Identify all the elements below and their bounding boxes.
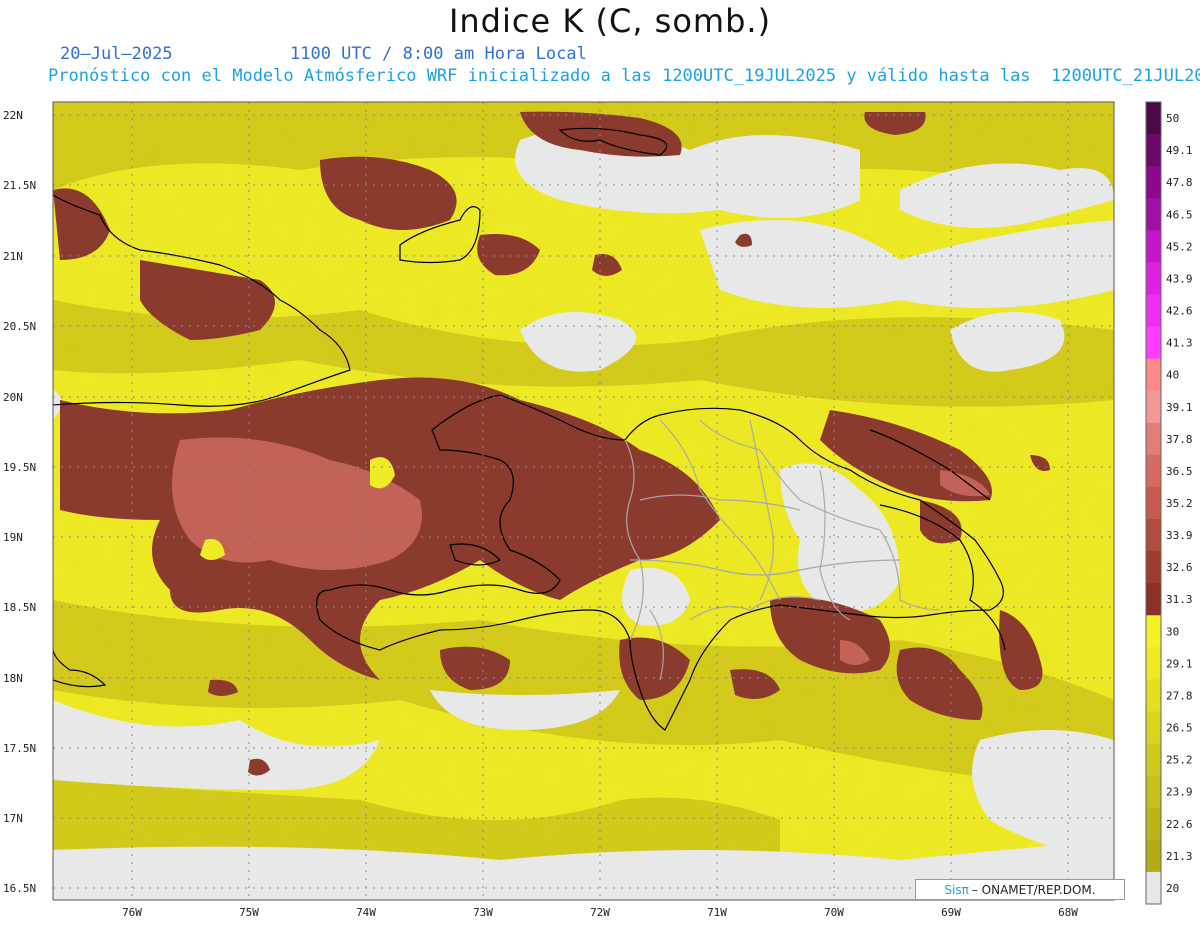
colorbar-label: 50 [1166,112,1179,125]
lat-label: 21.5N [3,179,36,192]
colorbar-label: 22.6 [1166,818,1193,831]
lat-label: 20N [3,391,23,404]
colorbar-label: 37.8 [1166,433,1193,446]
lat-label: 20.5N [3,320,36,333]
colorbar-swatch [1146,743,1161,777]
latitude-axis: 22N 21.5N 21N 20.5N 20N 19.5N 19N 18.5N … [3,109,36,895]
colorbar-label: 36.5 [1166,465,1193,478]
colorbar-swatch [1146,134,1161,167]
credit-org: – ONAMET/REP.DOM. [971,882,1096,897]
colorbar-swatch [1146,358,1161,392]
colorbar-label: 25.2 [1166,754,1193,767]
lon-label: 69W [941,906,961,919]
colorbar-label: 21.3 [1166,850,1193,863]
lat-label: 21N [3,250,23,263]
colorbar-label: 33.9 [1166,529,1193,542]
colorbar-swatch [1146,326,1161,360]
lon-label: 75W [239,906,259,919]
colorbar-label: 30 [1166,625,1179,638]
colorbar-label: 27.8 [1166,689,1193,702]
colorbar-swatch [1146,166,1161,199]
colorbar-swatch [1146,839,1161,873]
lat-label: 19N [3,531,23,544]
colorbar-label: 35.2 [1166,497,1193,510]
colorbar-label: 32.6 [1166,561,1193,574]
colorbar-label: 46.5 [1166,208,1193,221]
lat-label: 16.5N [3,882,36,895]
colorbar-label: 41.3 [1166,337,1193,350]
colorbar-swatch [1146,807,1161,841]
sispi-logo-text: Sisπ [944,882,969,897]
colorbar-swatch [1146,390,1161,424]
colorbar-swatch [1146,294,1161,328]
credit-box: Sisπ – ONAMET/REP.DOM. [915,879,1125,900]
colorbar-swatch [1146,519,1161,552]
colorbar-label: 45.2 [1166,240,1193,253]
colorbar-swatch [1146,775,1161,809]
colorbar-label: 40 [1166,369,1179,382]
colorbar-swatch [1146,230,1161,263]
colorbar-swatch [1146,679,1161,713]
colorbar-label: 43.9 [1166,272,1193,285]
colorbar-label: 29.1 [1166,657,1193,670]
lon-label: 68W [1058,906,1078,919]
lat-label: 19.5N [3,461,36,474]
colorbar-label: 23.9 [1166,786,1193,799]
colorbar-swatch [1146,583,1161,616]
lat-label: 18N [3,672,23,685]
colorbar-label: 20 [1166,882,1179,895]
lat-label: 17.5N [3,742,36,755]
lon-label: 72W [590,906,610,919]
lat-label: 17N [3,812,23,825]
colorbar-swatch [1146,551,1161,584]
colorbar-swatch [1146,647,1161,680]
lon-label: 71W [707,906,727,919]
colorbar: 50 49.1 47.8 46.5 45.2 43.9 42.6 41.3 40 39.1 37.8… [1145,101,1193,905]
colorbar-label: 42.6 [1166,305,1193,318]
colorbar-label: 49.1 [1166,144,1193,157]
lon-label: 73W [473,906,493,919]
colorbar-swatch [1146,871,1161,905]
colorbar-swatch [1146,198,1161,231]
lon-label: 74W [356,906,376,919]
k-index-map: 22N 21.5N 21N 20.5N 20N 19.5N 19N 18.5N … [3,101,1193,919]
colorbar-swatch [1146,422,1161,456]
colorbar-swatch [1146,102,1161,135]
colorbar-label: 26.5 [1166,722,1193,735]
lon-label: 76W [122,906,142,919]
colorbar-swatch [1146,615,1161,648]
longitude-axis: 76W 75W 74W 73W 72W 71W 70W 69W 68W [122,906,1078,919]
colorbar-swatch [1146,711,1161,745]
lon-label: 70W [824,906,844,919]
colorbar-label: 47.8 [1166,176,1193,189]
colorbar-swatch [1146,486,1161,520]
colorbar-label: 39.1 [1166,401,1193,414]
lat-label: 18.5N [3,601,36,614]
colorbar-swatch [1146,454,1161,488]
colorbar-swatch [1146,262,1161,295]
colorbar-label: 31.3 [1166,593,1193,606]
field-layer [53,102,1114,900]
lat-label: 22N [3,109,23,122]
